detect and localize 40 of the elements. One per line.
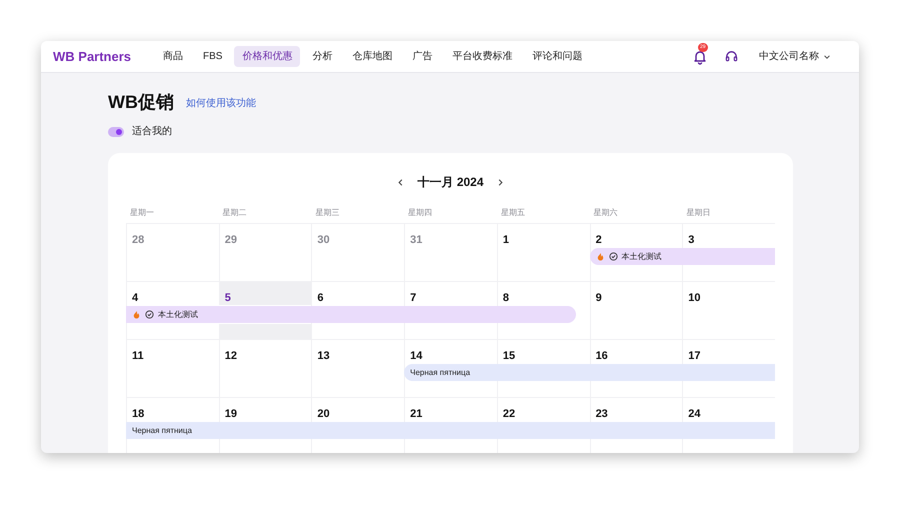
check-circle-icon bbox=[145, 310, 154, 319]
headset-icon[interactable] bbox=[724, 49, 739, 64]
day-cell[interactable]: 9 bbox=[590, 281, 682, 339]
weekday-label: 星期三 bbox=[314, 207, 340, 219]
nav-tab[interactable]: 价格和优惠 bbox=[234, 46, 300, 67]
page-title: WB促销 bbox=[108, 91, 174, 113]
day-cell[interactable]: 12 bbox=[218, 339, 312, 397]
notification-bell-icon[interactable] bbox=[692, 48, 708, 64]
flame-icon bbox=[596, 252, 605, 261]
nav-tab[interactable]: 仓库地图 bbox=[344, 46, 400, 67]
flame-icon bbox=[132, 310, 141, 319]
help-link[interactable]: 如何使用该功能 bbox=[186, 96, 256, 111]
month-title: 十一月 2024 bbox=[417, 174, 484, 191]
nav-tab[interactable]: 平台收费标准 bbox=[444, 46, 520, 67]
toggle-switch[interactable] bbox=[108, 126, 124, 136]
day-cell[interactable]: 13 bbox=[311, 339, 404, 397]
chevron-down-icon bbox=[823, 52, 831, 60]
day-cell[interactable]: 11 bbox=[126, 339, 219, 397]
account-menu[interactable]: 中文公司名称 bbox=[759, 49, 831, 64]
filter-label: 适合我的 bbox=[132, 124, 172, 139]
event-bar[interactable]: 本土化测试 bbox=[126, 306, 576, 323]
event-bar[interactable]: Черная пятница bbox=[404, 364, 775, 381]
nav-tab[interactable]: 广告 bbox=[404, 46, 440, 67]
weekday-label: 星期二 bbox=[222, 207, 248, 219]
day-cell[interactable]: 10 bbox=[682, 281, 775, 339]
nav-tab[interactable]: 商品 bbox=[155, 46, 192, 67]
weekday-label: 星期四 bbox=[407, 207, 434, 219]
event-bar[interactable]: Черная пятница bbox=[126, 422, 775, 439]
day-cell[interactable]: 5 bbox=[218, 281, 312, 305]
nav-tab[interactable]: 评论和问题 bbox=[524, 46, 590, 67]
nav-tab[interactable]: 分析 bbox=[304, 46, 340, 67]
weekday-label: 星期日 bbox=[685, 207, 712, 219]
nav-tab[interactable]: FBS bbox=[195, 46, 230, 67]
event-bar[interactable]: 本土化测试 bbox=[590, 248, 775, 265]
weekday-label: 星期一 bbox=[129, 207, 155, 219]
weekday-label: 星期六 bbox=[592, 207, 619, 219]
weekday-label: 星期五 bbox=[500, 207, 526, 219]
logo[interactable]: WB Partners bbox=[53, 46, 132, 66]
check-circle-icon bbox=[608, 252, 618, 261]
day-cell[interactable]: 1 bbox=[496, 223, 590, 281]
